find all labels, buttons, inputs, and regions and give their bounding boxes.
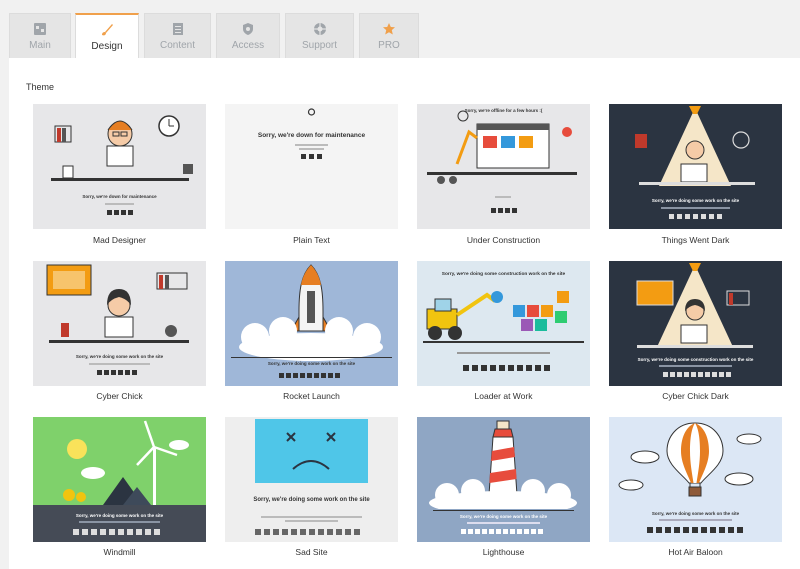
theme-headline: Sorry, we're doing some work on the site: [76, 513, 164, 518]
theme-headline: Sorry, we're doing some construction wor…: [442, 271, 566, 277]
tab-label: Support: [301, 40, 338, 51]
theme-headline: Sorry, we're doing some work on the site: [652, 511, 740, 516]
theme-preview: Sorry, we're doing some work on the site: [609, 104, 782, 229]
design-panel: Theme Sorry, we're down for maintenance …: [9, 58, 800, 569]
document-icon: [172, 23, 183, 35]
theme-preview: Sorry, we're doing some work on the site: [225, 417, 398, 542]
theme-headline: Sorry, we're down for maintenance: [258, 132, 366, 139]
theme-preview: Sorry, we're down for maintenance: [225, 104, 398, 229]
theme-preview: Sorry, we're doing some construction wor…: [417, 261, 590, 386]
tab-label: Content: [159, 40, 196, 51]
theme-name: Loader at Work: [474, 391, 533, 401]
theme-card-windmill[interactable]: Sorry, we're doing some work on the site: [33, 417, 206, 542]
theme-preview: Sorry, we're doing some work on the site: [417, 417, 590, 542]
tab-label: Main: [29, 40, 51, 51]
theme-headline: Sorry, we're offline for a few hours :(: [465, 108, 543, 113]
theme-card-lighthouse[interactable]: Sorry, we're doing some work on the site: [417, 417, 590, 542]
theme-headline: Sorry, we're doing some work on the site: [268, 361, 356, 366]
theme-card-plain-text[interactable]: Sorry, we're down for maintenance: [225, 104, 398, 229]
theme-card-under-construction[interactable]: Sorry, we're offline for a few hours :(: [417, 104, 590, 229]
tab-design[interactable]: Design: [75, 13, 139, 59]
theme-headline: Sorry, we're doing some work on the site: [652, 198, 740, 203]
theme-headline: Sorry, we're doing some work on the site: [460, 514, 548, 519]
tab-main[interactable]: Main: [9, 13, 71, 58]
theme-preview: Sorry, we're doing some work on the site: [225, 261, 398, 386]
dashboard-icon: [34, 23, 46, 35]
section-label: Theme: [26, 82, 55, 92]
theme-card-hot-air-baloon[interactable]: Sorry, we're doing some work on the site: [609, 417, 782, 542]
tab-content[interactable]: Content: [144, 13, 211, 58]
shield-icon: [243, 23, 253, 35]
theme-preview: Sorry, we're down for maintenance: [33, 104, 206, 229]
theme-preview: Sorry, we're doing some construction wor…: [609, 261, 782, 386]
theme-headline: Sorry, we're doing some construction wor…: [638, 357, 754, 362]
theme-name: Hot Air Baloon: [668, 547, 723, 557]
theme-preview: Sorry, we're doing some work on the site: [33, 417, 206, 542]
lifebuoy-icon: [313, 23, 326, 35]
tab-label: PRO: [378, 40, 400, 51]
theme-preview: Sorry, we're offline for a few hours :(: [417, 104, 590, 229]
theme-headline: Sorry, we're doing some work on the site: [253, 497, 370, 503]
paintbrush-icon: [102, 24, 113, 36]
theme-preview: Sorry, we're doing some work on the site: [609, 417, 782, 542]
theme-card-mad-designer[interactable]: Sorry, we're down for maintenance: [33, 104, 206, 229]
tab-label: Access: [231, 40, 265, 51]
tab-pro[interactable]: PRO: [359, 13, 419, 58]
theme-headline: Sorry, we're down for maintenance: [82, 194, 157, 199]
tab-bar: Main Design Content Access Support PRO: [0, 0, 800, 59]
tab-support[interactable]: Support: [285, 13, 354, 58]
star-icon: [383, 23, 395, 35]
theme-card-sad-site[interactable]: Sorry, we're doing some work on the site: [225, 417, 398, 542]
theme-card-cyber-chick[interactable]: Sorry, we're doing some work on the site: [33, 261, 206, 386]
theme-card-loader-at-work[interactable]: Sorry, we're doing some construction wor…: [417, 261, 590, 386]
theme-name: Plain Text: [293, 235, 330, 245]
theme-preview: Sorry, we're doing some work on the site: [33, 261, 206, 386]
theme-name: Under Construction: [466, 235, 541, 245]
theme-name: Mad Designer: [93, 235, 146, 245]
theme-name: Cyber Chick: [96, 391, 143, 401]
theme-card-things-went-dark[interactable]: Sorry, we're doing some work on the site: [609, 104, 782, 229]
theme-card-rocket-launch[interactable]: Sorry, we're doing some work on the site: [225, 261, 398, 386]
theme-name: Lighthouse: [482, 547, 525, 557]
theme-name: Sad Site: [295, 547, 328, 557]
theme-name: Cyber Chick Dark: [662, 391, 729, 401]
theme-name: Windmill: [103, 547, 136, 557]
theme-headline: Sorry, we're doing some work on the site: [76, 354, 164, 359]
tab-label: Design: [91, 41, 123, 52]
theme-name: Rocket Launch: [283, 391, 340, 401]
theme-card-cyber-chick-dark[interactable]: Sorry, we're doing some construction wor…: [609, 261, 782, 386]
tab-access[interactable]: Access: [216, 13, 280, 58]
theme-name: Things Went Dark: [661, 235, 730, 245]
